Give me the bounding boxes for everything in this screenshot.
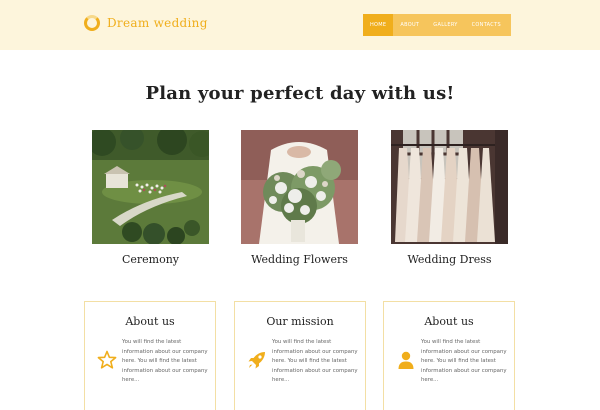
info-card: About us You will find the latest inform… xyxy=(383,301,515,410)
ceremony-image[interactable] xyxy=(92,130,209,244)
wedding-flowers-image[interactable] xyxy=(241,130,358,244)
card-title: About us xyxy=(125,315,175,328)
user-icon xyxy=(398,351,414,369)
rocket-icon xyxy=(248,352,265,369)
card-text: You will find the latest information abo… xyxy=(122,339,208,383)
logo-text: Dream wedding xyxy=(107,16,208,30)
nav-item-home[interactable]: Home xyxy=(363,14,394,36)
card-title: About us xyxy=(424,315,474,328)
gallery-caption-ceremony: Ceremony xyxy=(121,253,180,266)
card-text: You will find the latest information abo… xyxy=(421,339,507,383)
star-icon xyxy=(97,350,117,369)
info-card: About us You will find the latest inform… xyxy=(84,301,216,410)
nav-item-contacts[interactable]: Contacts xyxy=(465,14,508,36)
logo[interactable]: Dream wedding xyxy=(84,15,208,31)
main-nav: Home About Gallery Contacts xyxy=(363,14,511,36)
card-title: Our mission xyxy=(266,315,334,328)
info-card: Our mission You will find the latest inf… xyxy=(234,301,366,410)
card-text: You will find the latest information abo… xyxy=(272,339,358,383)
wedding-dress-image[interactable] xyxy=(391,130,508,244)
ring-logo-icon xyxy=(84,15,100,31)
site-header: Dream wedding Home About Gallery Contact… xyxy=(0,0,600,50)
gallery-caption-flowers: Wedding Flowers xyxy=(251,253,348,266)
page-title: Plan your perfect day with us! xyxy=(145,83,455,104)
gallery-caption-dress: Wedding Dress xyxy=(407,253,492,266)
nav-item-about[interactable]: About xyxy=(393,14,426,36)
nav-item-gallery[interactable]: Gallery xyxy=(426,14,464,36)
